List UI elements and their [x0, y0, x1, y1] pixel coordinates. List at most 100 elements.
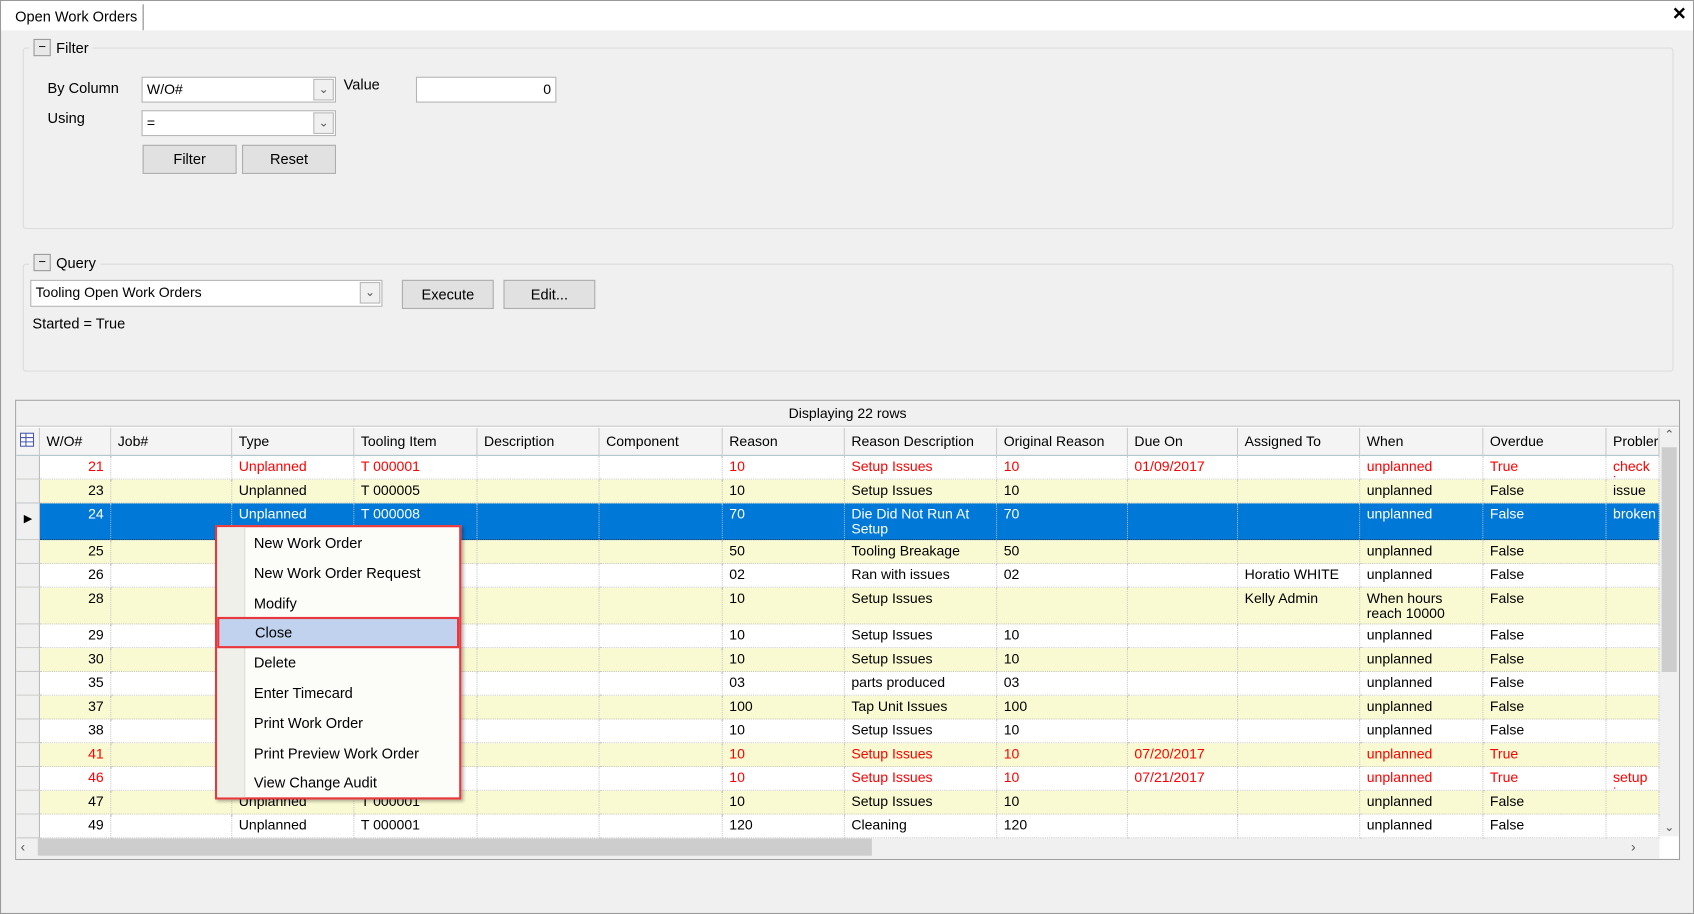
- table-cell[interactable]: [477, 587, 600, 625]
- row-header[interactable]: [16, 648, 40, 673]
- close-icon[interactable]: ✕: [1672, 3, 1686, 25]
- table-cell[interactable]: 10: [722, 743, 845, 768]
- table-cell[interactable]: 10: [722, 790, 845, 815]
- table-cell[interactable]: setup is: [1606, 767, 1660, 791]
- table-cell[interactable]: 49: [39, 814, 112, 839]
- table-cell[interactable]: 100: [997, 695, 1128, 720]
- table-cell[interactable]: [477, 503, 600, 541]
- table-cell[interactable]: [477, 455, 600, 480]
- table-cell[interactable]: 10: [722, 587, 845, 625]
- row-header[interactable]: [16, 743, 40, 768]
- row-header[interactable]: [16, 695, 40, 720]
- scroll-up-icon[interactable]: ⌃: [1659, 428, 1678, 442]
- table-cell[interactable]: [599, 503, 723, 541]
- table-cell[interactable]: issue: [1606, 479, 1660, 504]
- table-cell[interactable]: False: [1483, 540, 1607, 564]
- table-cell[interactable]: [599, 587, 723, 625]
- menu-item-modify[interactable]: Modify: [217, 588, 459, 617]
- table-cell[interactable]: unplanned: [1360, 503, 1484, 541]
- row-header[interactable]: [16, 624, 40, 649]
- table-cell[interactable]: [1238, 503, 1361, 541]
- table-cell[interactable]: True: [1483, 743, 1607, 768]
- table-cell[interactable]: [997, 587, 1128, 625]
- row-header[interactable]: [16, 672, 40, 696]
- table-cell[interactable]: False: [1483, 814, 1607, 839]
- menu-item-print-preview-work-order[interactable]: Print Preview Work Order: [217, 739, 459, 768]
- menu-item-enter-timecard[interactable]: Enter Timecard: [217, 678, 459, 707]
- vertical-scrollbar[interactable]: ⌃ ⌄: [1659, 427, 1679, 837]
- table-cell[interactable]: 70: [722, 503, 845, 541]
- menu-item-delete[interactable]: Delete: [217, 648, 459, 677]
- table-cell[interactable]: [599, 790, 723, 815]
- table-cell[interactable]: [599, 624, 723, 649]
- table-cell[interactable]: [477, 743, 600, 768]
- table-cell[interactable]: False: [1483, 503, 1607, 541]
- execute-button[interactable]: Execute: [401, 279, 494, 309]
- table-cell[interactable]: 21: [39, 455, 112, 480]
- table-cell[interactable]: unplanned: [1360, 790, 1484, 815]
- table-cell[interactable]: unplanned: [1360, 479, 1484, 504]
- table-cell[interactable]: [1127, 648, 1239, 673]
- table-cell[interactable]: T 000001: [354, 814, 478, 839]
- table-cell[interactable]: Cleaning: [844, 814, 998, 839]
- table-cell[interactable]: False: [1483, 695, 1607, 720]
- table-cell[interactable]: [599, 648, 723, 673]
- column-header[interactable]: Overdue: [1483, 427, 1607, 456]
- table-cell[interactable]: [1127, 540, 1239, 564]
- row-header[interactable]: [16, 540, 40, 564]
- row-header[interactable]: [16, 767, 40, 791]
- table-cell[interactable]: False: [1483, 790, 1607, 815]
- column-header[interactable]: Tooling Item: [354, 427, 478, 456]
- table-cell[interactable]: 24: [39, 503, 112, 541]
- menu-item-print-work-order[interactable]: Print Work Order: [217, 709, 459, 738]
- table-cell[interactable]: Setup Issues: [844, 767, 998, 791]
- table-cell[interactable]: [1606, 719, 1660, 744]
- table-cell[interactable]: [599, 455, 723, 480]
- horizontal-scroll-thumb[interactable]: [37, 838, 872, 856]
- table-cell[interactable]: 28: [39, 587, 112, 625]
- column-header[interactable]: Job#: [111, 427, 233, 456]
- table-cell[interactable]: 25: [39, 540, 112, 564]
- table-cell[interactable]: 10: [722, 455, 845, 480]
- table-cell[interactable]: 26: [39, 563, 112, 588]
- table-cell[interactable]: Die Did Not Run At Setup: [844, 503, 998, 541]
- table-cell[interactable]: [1127, 695, 1239, 720]
- row-header[interactable]: [16, 814, 40, 839]
- table-cell[interactable]: [1127, 624, 1239, 649]
- table-cell[interactable]: 10: [722, 479, 845, 504]
- table-cell[interactable]: False: [1483, 719, 1607, 744]
- table-cell[interactable]: unplanned: [1360, 719, 1484, 744]
- table-cell[interactable]: broken: [1606, 503, 1660, 541]
- table-cell[interactable]: unplanned: [1360, 455, 1484, 480]
- table-cell[interactable]: Setup Issues: [844, 587, 998, 625]
- column-header[interactable]: Description: [477, 427, 600, 456]
- table-cell[interactable]: check i: [1606, 455, 1660, 480]
- scroll-left-icon[interactable]: ‹: [21, 838, 26, 854]
- table-cell[interactable]: True: [1483, 455, 1607, 480]
- menu-item-new-work-order[interactable]: New Work Order: [217, 528, 459, 557]
- table-cell[interactable]: T 000005: [354, 479, 478, 504]
- table-cell[interactable]: 35: [39, 672, 112, 696]
- table-cell[interactable]: 47: [39, 790, 112, 815]
- table-cell[interactable]: False: [1483, 624, 1607, 649]
- table-cell[interactable]: 120: [722, 814, 845, 839]
- horizontal-scrollbar[interactable]: ‹ ›: [16, 835, 1660, 859]
- table-cell[interactable]: True: [1483, 767, 1607, 791]
- table-cell[interactable]: 46: [39, 767, 112, 791]
- table-cell[interactable]: Setup Issues: [844, 719, 998, 744]
- column-header[interactable]: W/O#: [39, 427, 112, 456]
- table-cell[interactable]: Setup Issues: [844, 455, 998, 480]
- table-cell[interactable]: [1606, 648, 1660, 673]
- table-cell[interactable]: [1238, 767, 1361, 791]
- table-cell[interactable]: 100: [722, 695, 845, 720]
- table-cell[interactable]: unplanned: [1360, 814, 1484, 839]
- table-cell[interactable]: 41: [39, 743, 112, 768]
- row-header[interactable]: [16, 587, 40, 625]
- table-cell[interactable]: unplanned: [1360, 624, 1484, 649]
- table-cell[interactable]: [1238, 695, 1361, 720]
- table-cell[interactable]: 10: [722, 624, 845, 649]
- table-cell[interactable]: Setup Issues: [844, 624, 998, 649]
- table-cell[interactable]: [599, 540, 723, 564]
- table-cell[interactable]: [599, 814, 723, 839]
- table-cell[interactable]: [477, 479, 600, 504]
